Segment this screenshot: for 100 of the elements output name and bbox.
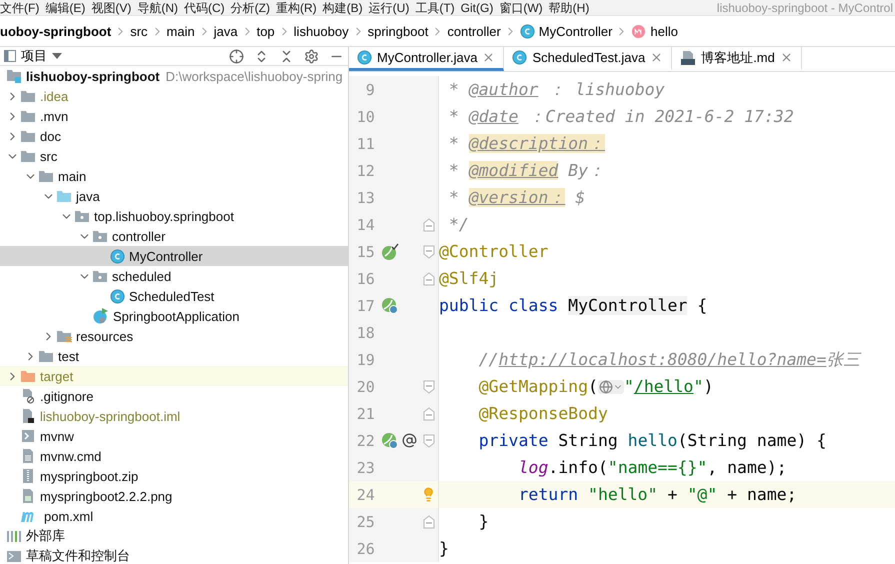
code-line: * @description： — [448, 132, 606, 154]
package-icon — [74, 209, 90, 223]
tree-item[interactable]: MyController — [0, 246, 348, 266]
folder-icon — [20, 149, 36, 163]
editor-tab[interactable]: MyController.java — [349, 47, 504, 71]
menu-item[interactable]: 分析(Z) — [230, 2, 276, 15]
settings-icon[interactable] — [304, 48, 319, 64]
menu-item[interactable]: 运行(U) — [368, 2, 416, 15]
breadcrumb[interactable]: uoboy-springboot — [0, 24, 112, 38]
ignore-file-icon — [20, 388, 36, 404]
tree-item[interactable]: resources — [0, 326, 348, 346]
folder-icon — [20, 369, 36, 383]
line-number: 12 — [356, 162, 375, 180]
fold-icon[interactable] — [422, 244, 435, 258]
url-inlay-button[interactable] — [598, 380, 624, 394]
breadcrumb[interactable]: controller — [447, 24, 501, 38]
line-number: 25 — [356, 512, 375, 530]
tree-item[interactable]: SpringbootApplication — [0, 306, 348, 326]
at-icon[interactable] — [402, 433, 417, 448]
menu-item[interactable]: 导航(N) — [137, 2, 184, 15]
panel-title[interactable]: 项目 — [4, 47, 62, 65]
tree-label: lishuoboy-springboot.iml — [40, 408, 180, 424]
breadcrumb[interactable]: top — [256, 24, 275, 38]
close-icon[interactable] — [650, 51, 664, 64]
archive-file-icon — [20, 468, 36, 484]
tree-item[interactable]: .gitignore — [0, 386, 348, 406]
menu-item[interactable]: 文件(F) — [0, 2, 46, 15]
tree-item[interactable]: target — [0, 366, 348, 386]
code-line: } — [439, 539, 449, 558]
tree-item[interactable]: mvnw.cmd — [0, 446, 348, 466]
breadcrumb[interactable]: main — [166, 24, 195, 38]
tree-item[interactable]: scheduled — [0, 266, 348, 286]
menu-item[interactable]: Git(G) — [460, 2, 500, 15]
folder-icon — [56, 189, 72, 203]
tree-item[interactable]: 草稿文件和控制台 — [0, 546, 348, 564]
tree-item[interactable]: .mvn — [0, 106, 348, 126]
fold-icon[interactable] — [422, 218, 435, 232]
menu-item[interactable]: 编辑(E) — [45, 2, 92, 15]
breadcrumb[interactable]: src — [130, 24, 148, 38]
package-icon — [92, 229, 108, 243]
tree-item[interactable]: myspringboot.zip — [0, 466, 348, 486]
dropdown-icon[interactable] — [52, 53, 62, 59]
line-number: 11 — [356, 134, 375, 152]
menu-item[interactable]: 重构(R) — [276, 2, 323, 15]
tree-item[interactable]: top.lishuoboy.springboot — [0, 206, 348, 226]
tree-item[interactable]: doc — [0, 126, 348, 146]
tree-item[interactable]: .idea — [0, 86, 348, 106]
fold-icon[interactable] — [422, 434, 435, 448]
close-icon[interactable] — [780, 51, 793, 64]
tree-label: java — [76, 188, 100, 204]
tree-label: lishuoboy-springboot — [26, 68, 160, 84]
breadcrumb[interactable]: java — [214, 24, 238, 38]
menu-item[interactable]: 代码(C) — [184, 2, 231, 15]
menu-item[interactable]: 窗口(W) — [499, 2, 549, 15]
module-file-icon — [20, 408, 36, 424]
code-line: log.info("name=={}", name); — [517, 458, 787, 477]
breadcrumb[interactable]: springboot — [368, 24, 428, 38]
tree-item[interactable]: myspringboot2.2.2.png — [0, 486, 348, 506]
tree-item[interactable]: 外部库 — [0, 526, 348, 546]
menu-item[interactable]: 构建(B) — [322, 2, 369, 15]
fold-icon[interactable] — [422, 380, 435, 394]
tree-item[interactable]: ScheduledTest — [0, 286, 348, 306]
line-number: 9 — [364, 80, 375, 98]
text-file-icon — [20, 448, 36, 464]
class-icon — [357, 50, 372, 65]
path-hint: D:\workspace\lishuoboy-spring — [166, 68, 343, 84]
line-number: 21 — [356, 404, 375, 422]
bean-icon[interactable] — [380, 242, 399, 260]
breadcrumb[interactable]: lishuoboy — [294, 24, 349, 38]
tree-item[interactable]: controller — [0, 226, 348, 246]
locate-icon[interactable] — [229, 48, 244, 64]
package-icon — [92, 269, 108, 283]
fold-icon[interactable] — [422, 514, 435, 528]
tree-item[interactable]: lishuoboy-springboot.iml — [0, 406, 348, 426]
folder-icon — [20, 89, 36, 103]
tree-item[interactable]: main — [0, 166, 348, 186]
fold-icon[interactable] — [422, 406, 435, 420]
line-number: 24 — [356, 486, 375, 504]
fold-icon[interactable] — [422, 272, 435, 286]
tree-label: .idea — [40, 88, 68, 104]
tree-item[interactable]: test — [0, 346, 348, 366]
code-line: return "hello" + "@" + name; — [517, 485, 797, 504]
tree-label: scheduled — [112, 268, 172, 284]
code-line: * @modified By： — [448, 160, 606, 182]
breadcrumb[interactable]: MyController — [520, 24, 612, 38]
menu-item[interactable]: 视图(V) — [91, 2, 138, 15]
tree-item[interactable]: src — [0, 146, 348, 166]
tree-label: MyController — [129, 248, 203, 264]
code-line: @Controller — [439, 242, 548, 261]
breadcrumb[interactable]: hello — [631, 24, 678, 38]
tree-item[interactable]: lishuoboy-springboot D:\workspace\lishuoboy-spring — [0, 66, 348, 86]
tree-item[interactable]: pom.xml — [0, 506, 348, 526]
menu-item[interactable]: 帮助(H) — [548, 2, 596, 15]
tree-item[interactable]: java — [0, 186, 348, 206]
image-file-icon — [20, 488, 36, 504]
close-icon[interactable] — [482, 51, 496, 64]
menu-item[interactable]: 工具(T) — [415, 2, 461, 15]
tree-label: top.lishuoboy.springboot — [94, 208, 234, 224]
code-line: * @date ：Created in 2021-6-2 17:32 — [448, 106, 794, 128]
tree-item[interactable]: mvnw — [0, 426, 348, 446]
